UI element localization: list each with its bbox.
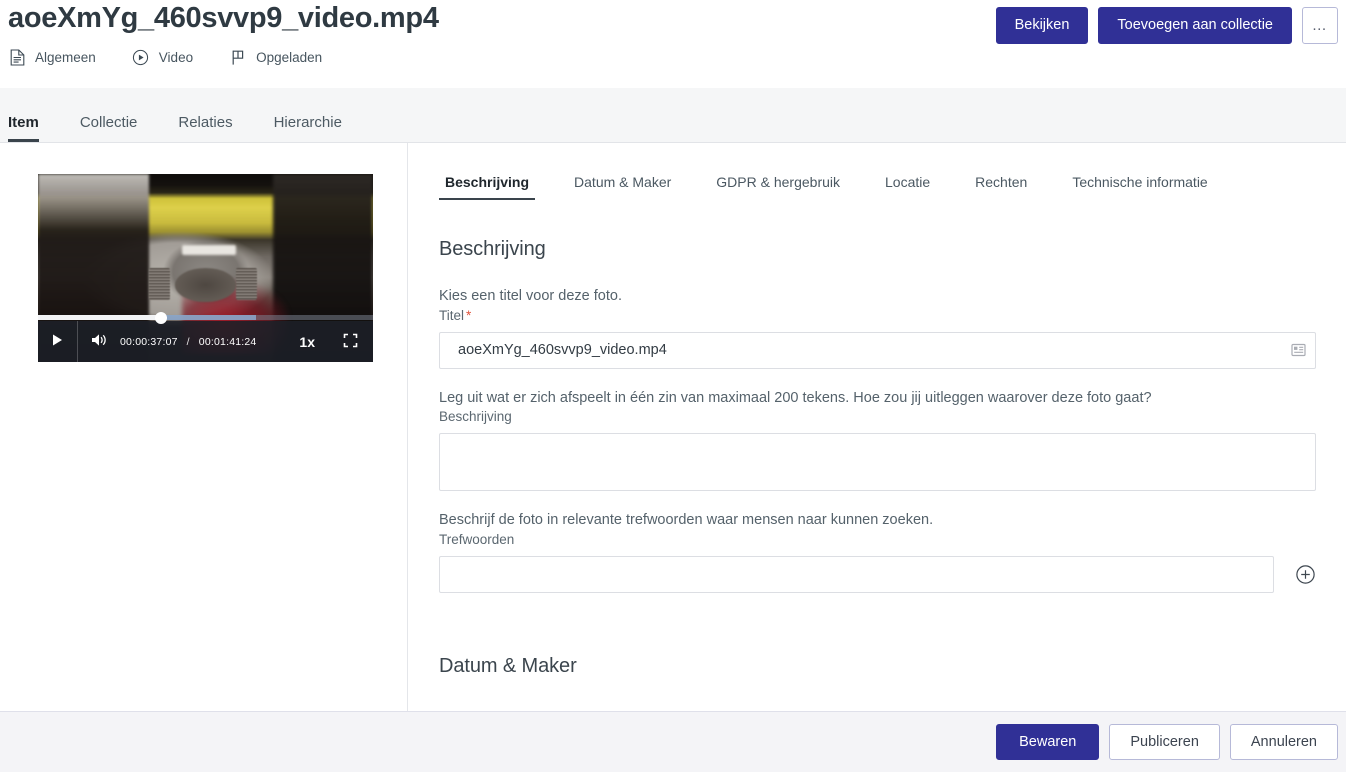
footer-actions: Bewaren Publiceren Annuleren: [0, 712, 1346, 772]
field-label-titel: Titel *: [439, 308, 1316, 323]
video-played-range: [38, 315, 161, 320]
video-frame-detail-vent-right: [235, 268, 258, 300]
preview-pane: 00:00:37:07 / 00:01:41:24 1x: [0, 143, 408, 711]
meta-item-algemeen: Algemeen: [8, 48, 96, 66]
section-title-beschrijving: Beschrijving: [439, 238, 546, 260]
more-options-button[interactable]: …: [1302, 7, 1338, 44]
page-header: aoeXmYg_460svvp9_video.mp4 Algemeen Vide…: [0, 0, 1346, 88]
field-label-beschrijving: Beschrijving: [439, 409, 512, 425]
fullscreen-icon: [343, 333, 358, 351]
field-trefwoorden-row: [439, 555, 1316, 593]
video-frame-detail-vent-left: [148, 268, 171, 300]
title-input[interactable]: [439, 331, 1316, 369]
field-titel: Kies een titel voor deze foto. Titel *: [439, 287, 1316, 369]
volume-icon: [90, 332, 108, 351]
video-current-time: 00:00:37:07: [120, 335, 178, 348]
video-time-separator: /: [186, 335, 190, 348]
video-frame-detail-speaker: [175, 268, 236, 302]
field-help-trefwoorden: Beschrijf de foto in relevante trefwoord…: [439, 512, 934, 529]
tab-hierarchie[interactable]: Hierarchie: [274, 114, 342, 142]
meta-item-opgeladen: Opgeladen: [229, 48, 322, 66]
video-controls: 00:00:37:07 / 00:01:41:24 1x: [38, 311, 373, 362]
form-subtabs: Beschrijving Datum & Maker GDPR & hergeb…: [439, 173, 1316, 200]
page-title: aoeXmYg_460svvp9_video.mp4: [8, 2, 439, 34]
save-button[interactable]: Bewaren: [996, 724, 1100, 760]
field-beschrijving: Leg uit wat er zich afspeelt in één zin …: [439, 389, 1316, 492]
item-editor-app: aoeXmYg_460svvp9_video.mp4 Algemeen Vide…: [0, 0, 1346, 772]
field-help-titel: Kies een titel voor deze foto.: [439, 288, 622, 304]
playback-rate-button[interactable]: 1x: [293, 333, 315, 351]
tab-item[interactable]: Item: [8, 114, 39, 142]
subtab-beschrijving[interactable]: Beschrijving: [439, 173, 536, 200]
asset-meta-row: Algemeen Video Opgeladen: [8, 48, 358, 66]
volume-button[interactable]: [78, 321, 120, 362]
field-help-beschrijving: Leg uit wat er zich afspeelt in één zin …: [439, 389, 1152, 406]
field-label-titel-text: Titel: [439, 307, 465, 323]
add-to-collection-button[interactable]: Toevoegen aan collectie: [1098, 7, 1292, 44]
video-seek-handle[interactable]: [154, 311, 167, 324]
meta-label-video: Video: [158, 49, 194, 65]
play-circle-icon: [132, 48, 150, 66]
primary-tabbar: Item Collectie Relaties Hierarchie: [0, 88, 1346, 143]
field-label-trefwoorden: Trefwoorden: [439, 531, 515, 547]
play-button[interactable]: [38, 321, 78, 362]
field-titel-row: [439, 331, 1316, 369]
section-title-datum-maker: Datum & Maker: [439, 654, 577, 677]
play-icon: [51, 333, 64, 350]
header-actions: Bekijken Toevoegen aan collectie …: [995, 7, 1338, 44]
required-marker: *: [466, 307, 472, 323]
form-pane: Beschrijving Datum & Maker GDPR & hergeb…: [408, 143, 1346, 711]
subtab-technische-informatie[interactable]: Technische informatie: [1066, 173, 1213, 200]
video-seekbar[interactable]: [38, 311, 373, 324]
cancel-button[interactable]: Annuleren: [1229, 724, 1338, 760]
fullscreen-button[interactable]: [329, 321, 371, 362]
video-frame-detail-highlight: [182, 245, 236, 255]
meta-label-opgeladen: Opgeladen: [256, 49, 323, 65]
field-trefwoorden: Beschrijf de foto in relevante trefwoord…: [439, 511, 1316, 593]
field-trefwoorden-input-wrap: [439, 555, 1274, 593]
plus-circle-icon[interactable]: [1294, 563, 1316, 585]
publish-button[interactable]: Publiceren: [1109, 724, 1220, 760]
description-textarea[interactable]: [439, 433, 1316, 492]
document-icon: [8, 48, 26, 66]
subtab-rechten[interactable]: Rechten: [969, 173, 1033, 200]
keywords-input[interactable]: [439, 555, 1274, 593]
flag-icon: [229, 48, 247, 66]
subtab-datum-maker[interactable]: Datum & Maker: [568, 173, 677, 200]
meta-label-algemeen: Algemeen: [35, 49, 96, 65]
video-duration: 00:01:41:24: [198, 335, 257, 348]
video-time-display: 00:00:37:07 / 00:01:41:24: [120, 336, 256, 348]
field-titel-input-wrap: [439, 331, 1316, 369]
editor-body: 00:00:37:07 / 00:01:41:24 1x Beschrijvin…: [0, 143, 1346, 712]
tab-collectie[interactable]: Collectie: [80, 114, 138, 142]
tab-relaties[interactable]: Relaties: [178, 114, 232, 142]
video-player[interactable]: 00:00:37:07 / 00:01:41:24 1x: [38, 174, 373, 362]
subtab-locatie[interactable]: Locatie: [879, 173, 936, 200]
meta-item-video: Video: [132, 48, 193, 66]
subtab-gdpr-hergebruik[interactable]: GDPR & hergebruik: [710, 173, 846, 200]
record-list-icon[interactable]: [1291, 343, 1306, 358]
view-button[interactable]: Bekijken: [995, 7, 1089, 44]
